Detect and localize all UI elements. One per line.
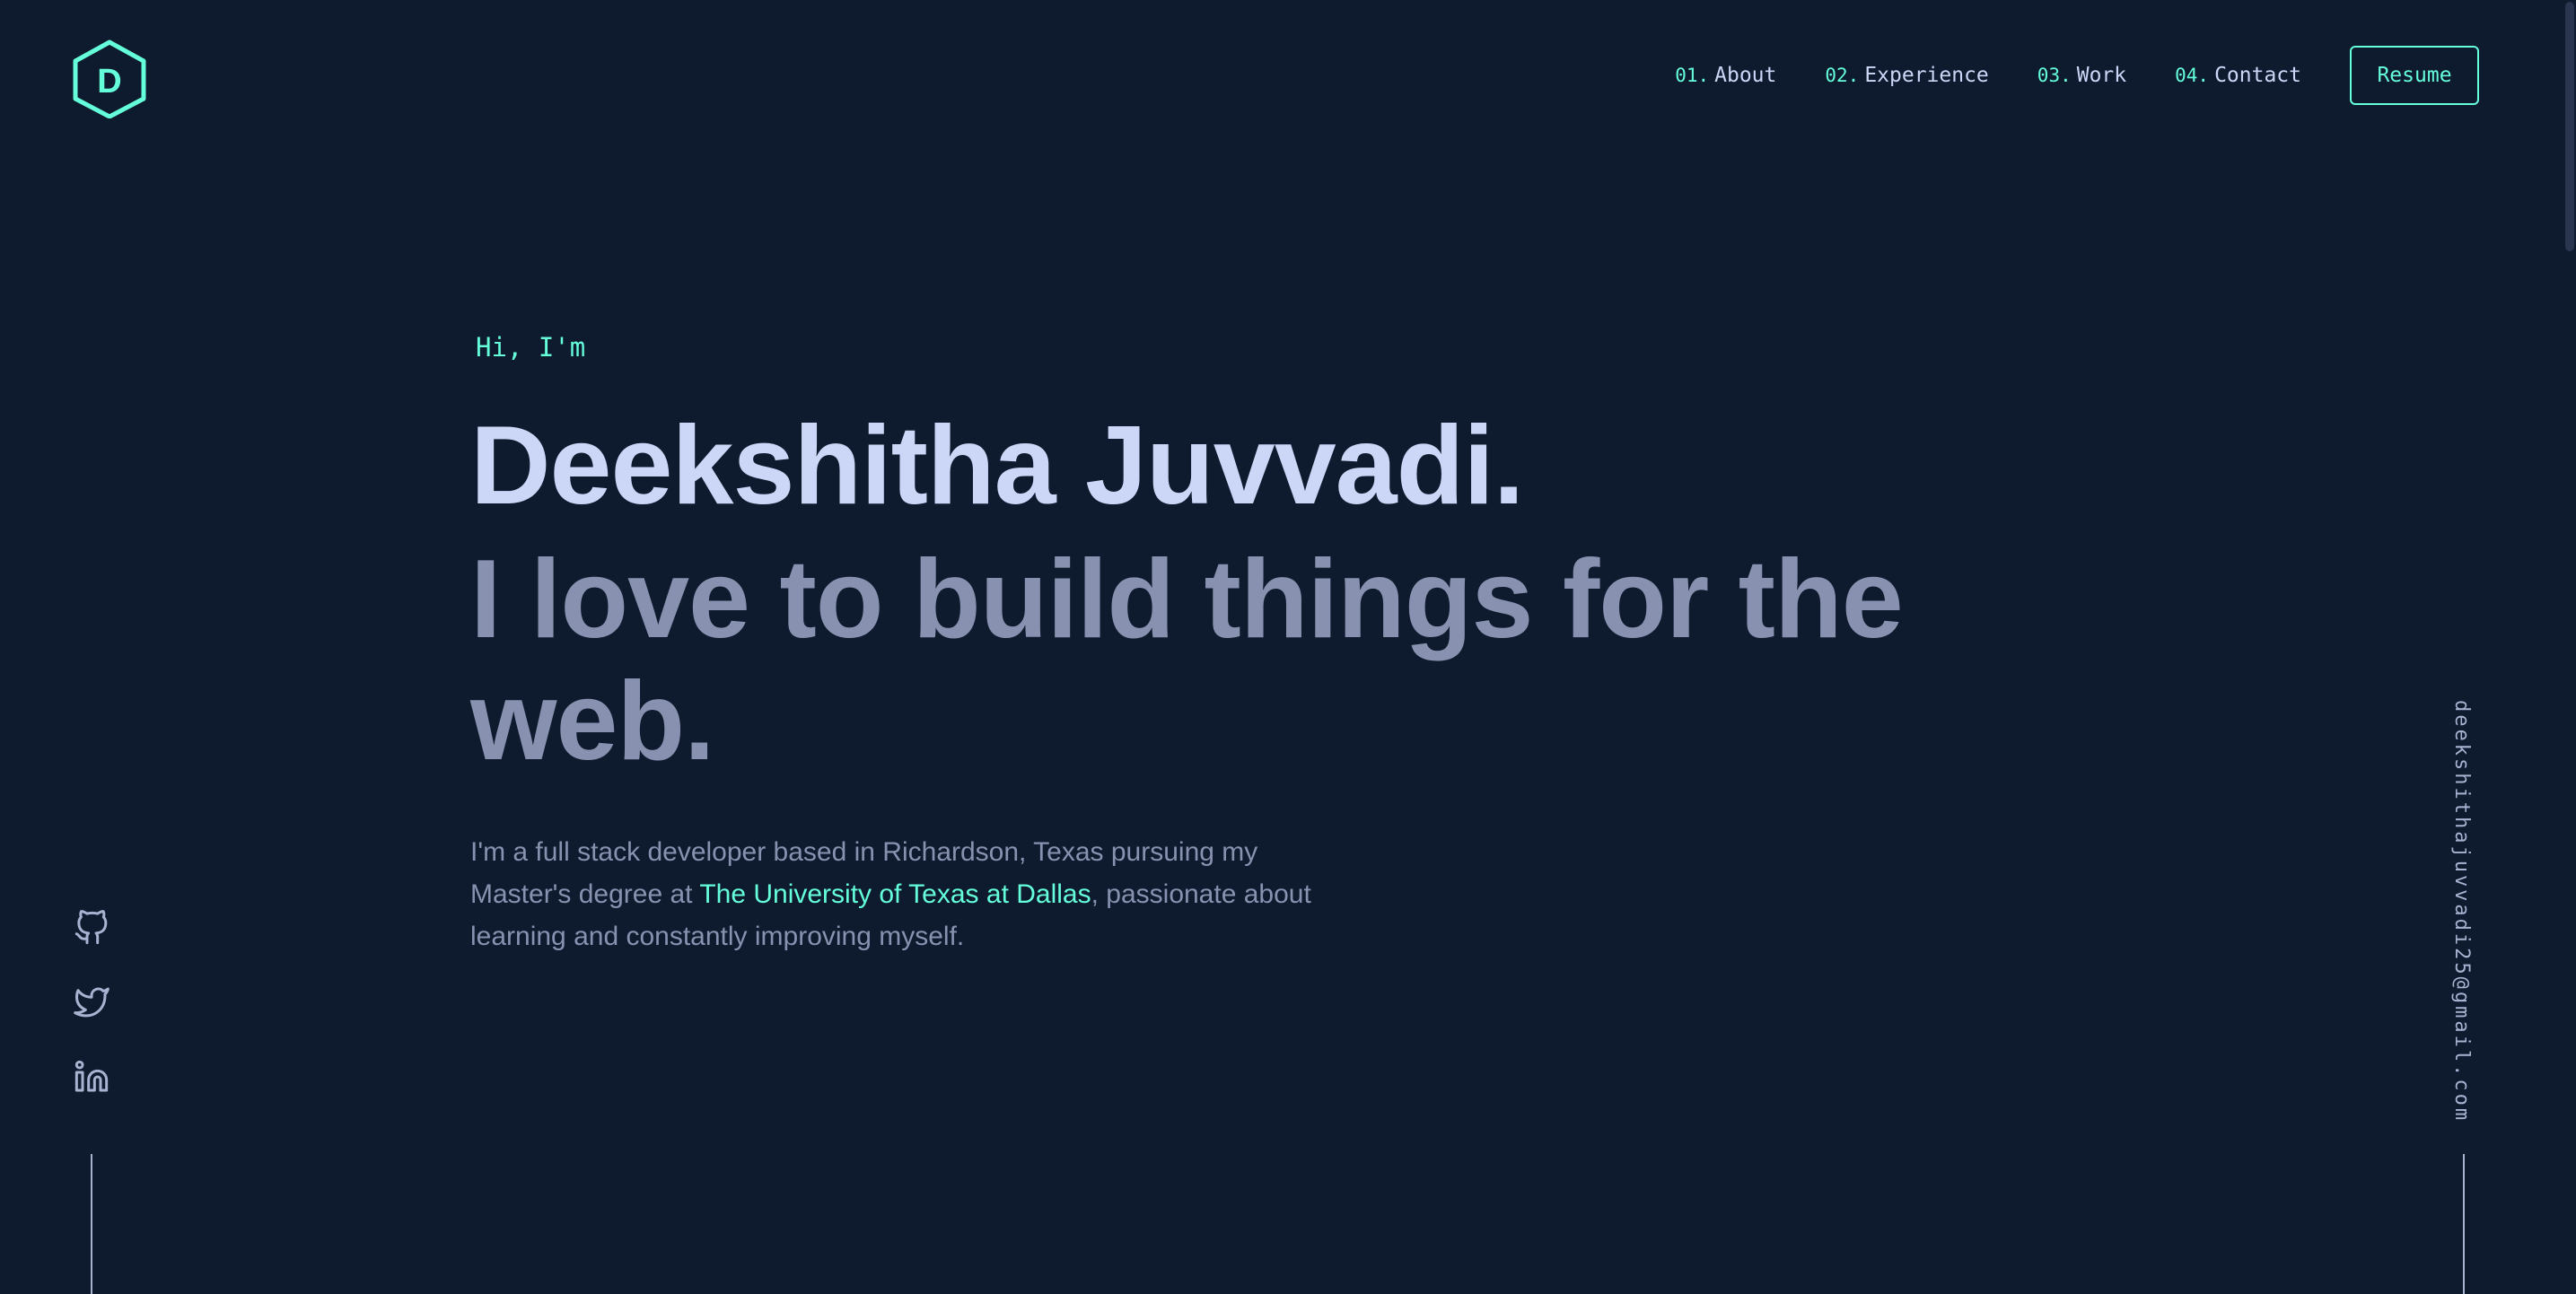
nav-item-about[interactable]: 01. About (1675, 64, 1776, 87)
nav-number: 04. (2175, 65, 2210, 86)
nav-item-experience[interactable]: 02. Experience (1825, 64, 1988, 87)
nav-label: Experience (1864, 64, 1989, 87)
hero-bio: I'm a full stack developer based in Rich… (470, 831, 1314, 957)
hero-greeting: Hi, I'm (476, 332, 586, 363)
nav-label: About (1714, 64, 1777, 87)
email-link[interactable]: deekshithajuvvadi25@gmail.com (2450, 700, 2473, 1123)
hero-section: Hi, I'm Deekshitha Juvvadi. I love to bu… (470, 332, 1996, 984)
github-icon[interactable] (74, 910, 110, 946)
main-nav: 01. About 02. Experience 03. Work 04. Co… (1675, 45, 2479, 106)
university-link[interactable]: The University of Texas at Dallas (699, 879, 1091, 909)
right-vertical-line (2463, 1154, 2465, 1294)
nav-number: 03. (2037, 65, 2072, 86)
resume-button[interactable]: Resume (2350, 46, 2479, 105)
hero-tagline: I love to build things for the web. (470, 538, 1904, 783)
nav-number: 01. (1675, 65, 1710, 86)
nav-label: Contact (2214, 64, 2301, 87)
scrollbar-thumb[interactable] (2565, 2, 2574, 251)
logo-letter: D (97, 63, 121, 101)
nav-label: Work (2076, 64, 2127, 87)
nav-item-work[interactable]: 03. Work (2037, 64, 2126, 87)
nav-number: 02. (1825, 65, 1860, 86)
linkedin-icon[interactable] (74, 1059, 110, 1095)
hero-name: Deekshitha Juvvadi. (470, 404, 1524, 528)
logo[interactable]: D (72, 39, 147, 118)
scrollbar-track[interactable] (2563, 0, 2576, 1294)
twitter-icon[interactable] (74, 984, 110, 1020)
left-vertical-line (91, 1154, 92, 1294)
social-links (74, 910, 110, 1133)
hexagon-logo-icon: D (73, 39, 146, 118)
nav-item-contact[interactable]: 04. Contact (2175, 64, 2301, 87)
